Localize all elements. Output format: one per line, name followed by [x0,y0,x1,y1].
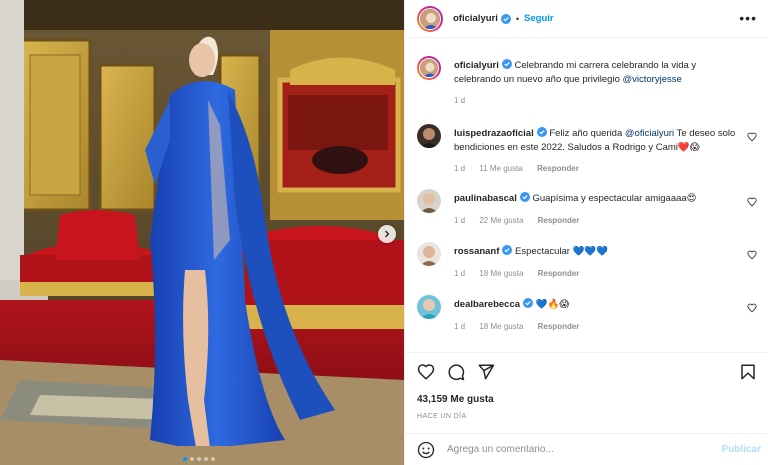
comment-username[interactable]: luispedrazaoficial [454,128,534,139]
post-side-panel: oficialyuri • Seguir ••• oficialyuri Cel… [404,0,768,465]
author-avatar[interactable] [417,5,443,32]
heart-icon[interactable] [747,250,757,260]
comment-body: Feliz año querida [549,128,623,139]
comment-icon[interactable] [447,363,465,381]
reply-button[interactable]: Responder [537,164,579,173]
comment-meta: 1 d 22 Me gusta Responder [454,216,591,225]
comment-time[interactable]: 1 d [454,322,465,331]
carousel-indicator [183,457,215,461]
verified-badge-icon [523,298,534,308]
post-header: oficialyuri • Seguir ••• [405,0,768,38]
post-timestamp[interactable]: HACE UN DÍA [417,413,467,420]
verified-badge-icon [502,245,513,255]
reply-button[interactable]: Responder [538,322,580,331]
emoji-icon[interactable] [417,441,435,459]
comment-username[interactable]: rossananf [454,246,499,257]
reply-button[interactable]: Responder [538,216,580,225]
comment-avatar[interactable] [417,242,441,266]
caption-time[interactable]: 1 d [454,96,465,105]
caption-meta: 1 d [454,96,477,105]
carousel-dot [211,457,215,461]
verified-badge-icon [536,127,547,137]
verified-badge-icon [501,59,512,69]
publish-button[interactable]: Publicar [722,444,761,455]
heart-icon[interactable] [747,132,757,142]
comment-body: Espectacular 💙💙💙 [515,246,609,257]
comment-username[interactable]: paulinabascal [454,193,517,204]
comment-likes[interactable]: 18 Me gusta [479,322,523,331]
carousel-dot [204,457,208,461]
instagram-post-modal: oficialyuri • Seguir ••• oficialyuri Cel… [0,0,768,465]
caption-username[interactable]: oficialyuri [454,60,499,71]
comment-avatar[interactable] [417,124,441,148]
post-photo[interactable] [0,0,404,465]
comment-avatar[interactable] [417,295,441,319]
comment-meta: 1 d 11 Me gusta Responder [454,164,591,173]
comment-mention[interactable]: @oficialyuri [625,128,674,139]
heart-icon[interactable] [417,363,435,381]
comment-time[interactable]: 1 d [454,216,465,225]
header-separator: • [515,13,520,24]
caption-avatar[interactable] [417,56,441,80]
comment-body: 💙🔥😱 [535,299,570,310]
next-slide-button[interactable] [378,225,396,243]
comment-meta: 1 d 18 Me gusta Responder [454,322,591,331]
follow-button[interactable]: Seguir [524,13,554,24]
send-icon[interactable] [477,363,495,381]
comment-body: Guapísima y espectacular amigaaaa😍 [532,193,697,204]
more-icon[interactable]: ••• [739,11,757,25]
author-username[interactable]: oficialyuri [453,13,498,24]
comment-text: rossananf Espectacular 💙💙💙 [454,245,737,259]
comment-text: dealbarebecca 💙🔥😱 [454,298,737,312]
comment-meta: 1 d 18 Me gusta Responder [454,269,591,278]
carousel-dot [197,457,201,461]
comment-text: luispedrazaoficial Feliz año querida @of… [454,127,737,154]
comment-likes[interactable]: 18 Me gusta [479,269,523,278]
comment-avatar[interactable] [417,189,441,213]
comment-composer: Publicar [405,433,768,465]
action-bar [405,352,768,400]
caption-mention[interactable]: @victoryjesse [623,74,682,85]
comments-list[interactable]: oficialyuri Celebrando mi carrera celebr… [405,38,768,352]
comment-username[interactable]: dealbarebecca [454,299,520,310]
comment-likes[interactable]: 22 Me gusta [479,216,523,225]
verified-badge-icon [519,192,530,202]
comment-text: paulinabascal Guapísima y espectacular a… [454,192,737,206]
caption-text: oficialyuri Celebrando mi carrera celebr… [454,59,737,86]
photo-image [0,0,404,465]
likes-count[interactable]: 43,159 Me gusta [417,394,494,405]
carousel-dot [183,457,187,461]
carousel-dot [190,457,194,461]
comment-input[interactable] [447,444,707,455]
reply-button[interactable]: Responder [538,269,580,278]
bookmark-icon[interactable] [739,363,757,381]
chevron-right-icon [385,230,390,238]
heart-icon[interactable] [747,303,757,313]
comment-time[interactable]: 1 d [454,164,465,173]
verified-badge-icon [500,13,511,24]
comment-time[interactable]: 1 d [454,269,465,278]
comment-likes[interactable]: 11 Me gusta [479,164,522,173]
heart-icon[interactable] [747,197,757,207]
